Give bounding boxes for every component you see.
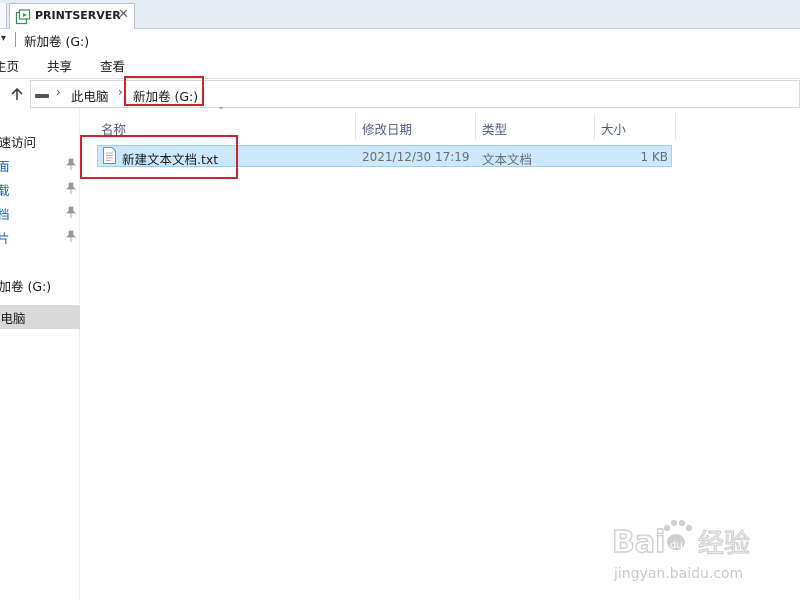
ribbon-tab-home[interactable]: 主页 — [0, 56, 19, 75]
pin-icon — [66, 182, 76, 194]
column-header-size[interactable]: 大小 — [601, 119, 626, 138]
ribbon-tab-view[interactable]: 查看 — [100, 56, 125, 75]
nav-item-this-pc[interactable]: 此电脑 — [0, 308, 26, 327]
close-tab-icon[interactable]: ✕ — [118, 7, 129, 22]
sort-ascending-icon: ⌃ — [217, 106, 226, 117]
quick-access-toolbar-dropdown-icon[interactable]: ▾ — [1, 33, 6, 44]
window-title: 新加卷 (G:) — [24, 34, 90, 49]
column-divider[interactable] — [594, 114, 595, 140]
column-divider[interactable] — [475, 114, 476, 140]
tab-title: PRINTSERVER — [35, 9, 121, 22]
file-type: 文本文档 — [482, 152, 533, 167]
nav-item-documents[interactable]: 档 — [0, 204, 10, 223]
ribbon-divider — [0, 78, 800, 79]
nav-item-downloads[interactable]: 载 — [0, 180, 10, 199]
column-header-type[interactable]: 类型 — [482, 119, 507, 138]
watermark-url: jingyan.baidu.com — [614, 566, 744, 582]
file-size: 1 KB — [640, 150, 668, 164]
svg-text:du: du — [670, 540, 683, 551]
nav-item-desktop[interactable]: 面 — [0, 156, 10, 175]
column-header-modified[interactable]: 修改日期 — [362, 119, 412, 138]
svg-text:Bai: Bai — [612, 525, 665, 560]
pin-icon — [66, 158, 76, 170]
previous-tab-edge[interactable] — [0, 3, 7, 28]
baidu-jingyan-watermark-logo: Bai du 经验 — [612, 519, 751, 561]
file-modified-date: 2021/12/30 17:19 — [362, 150, 470, 164]
nav-item-new-volume[interactable]: 新加卷 (G:) — [0, 276, 51, 295]
column-divider[interactable] — [675, 114, 676, 140]
column-divider[interactable] — [355, 114, 356, 140]
annotation-highlight-breadcrumb — [124, 76, 204, 106]
up-arrow-icon[interactable] — [8, 85, 26, 103]
pin-icon — [66, 230, 76, 242]
annotation-highlight-file — [80, 135, 238, 179]
title-separator — [15, 32, 16, 47]
breadcrumb-chevron-icon[interactable]: › — [118, 85, 123, 99]
nav-quick-access[interactable]: 快速访问 — [0, 132, 36, 151]
tab-printserver[interactable]: PRINTSERVER ✕ — [9, 3, 135, 29]
pin-icon — [66, 206, 76, 218]
breadcrumb-this-pc[interactable]: 此电脑 — [71, 86, 109, 105]
breadcrumb-chevron-icon[interactable]: › — [56, 85, 61, 99]
nav-item-pictures[interactable]: 片 — [0, 228, 10, 247]
drive-icon — [35, 94, 49, 98]
svg-text:经验: 经验 — [698, 529, 750, 559]
printserver-icon — [15, 9, 31, 25]
ribbon-tab-share[interactable]: 共享 — [47, 56, 72, 75]
